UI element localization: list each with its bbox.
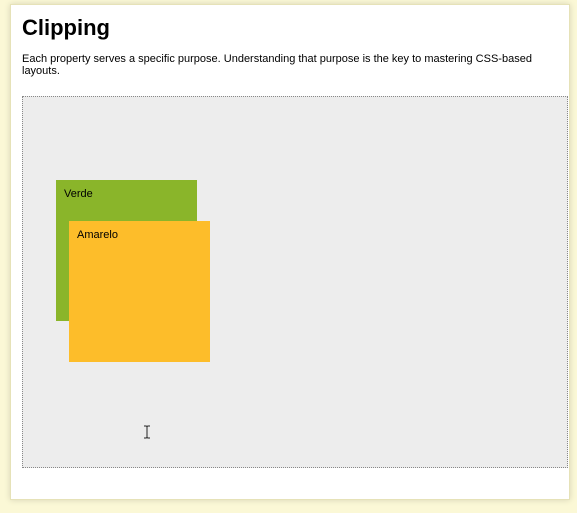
green-box-label: Verde xyxy=(64,188,93,200)
page-container: Clipping Each property serves a specific… xyxy=(10,4,570,500)
page-description: Each property serves a specific purpose.… xyxy=(22,53,532,77)
demo-area: Verde Amarelo xyxy=(22,96,568,468)
text-cursor-icon xyxy=(144,425,150,439)
yellow-box: Amarelo xyxy=(69,221,210,439)
page-title: Clipping xyxy=(22,15,110,40)
yellow-box-label: Amarelo xyxy=(77,229,118,241)
